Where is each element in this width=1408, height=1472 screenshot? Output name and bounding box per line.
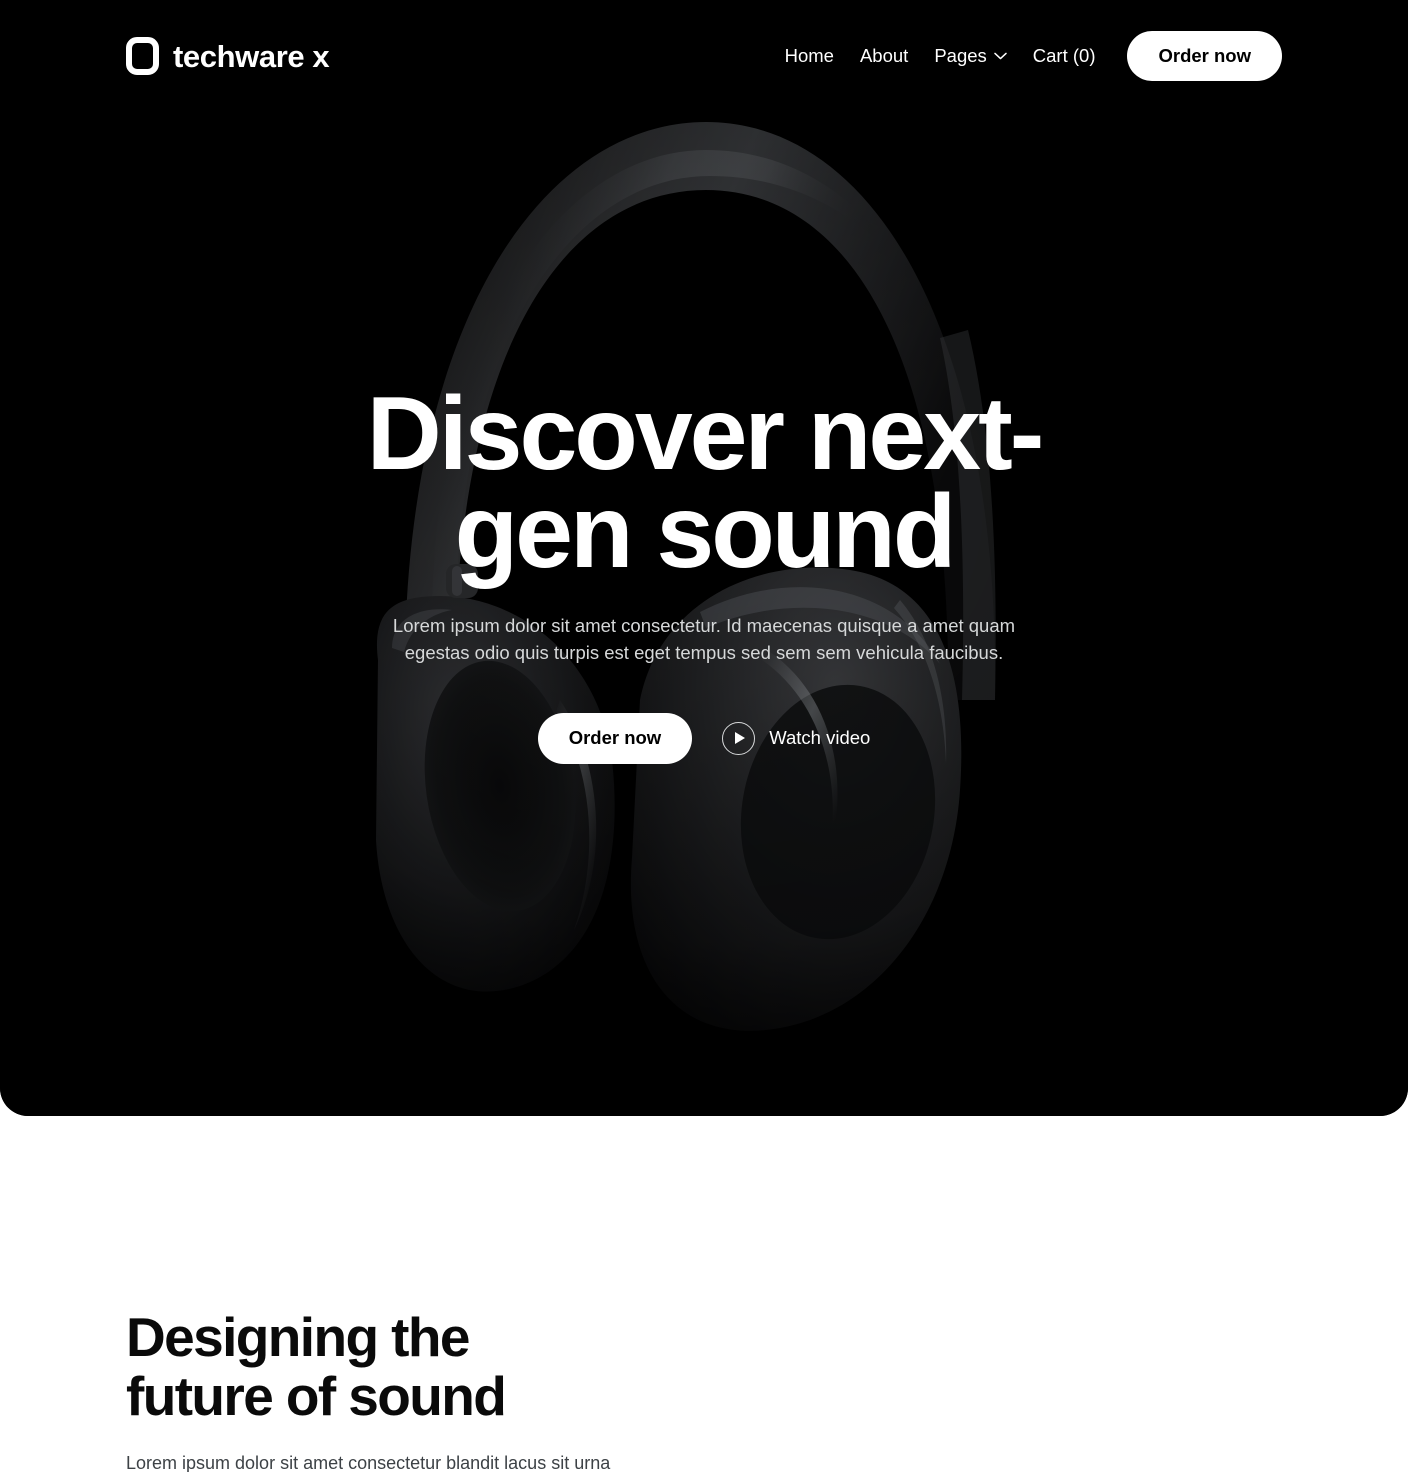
nav-item-pages[interactable]: Pages (934, 44, 1007, 66)
designing-section: Designing the future of sound Lorem ipsu… (0, 1116, 1408, 1472)
designing-section-inner: Designing the future of sound Lorem ipsu… (126, 1308, 1282, 1472)
top-navigation: techware x Home About Pages Cart (0) Ord… (0, 0, 1408, 112)
landing-page: techware x Home About Pages Cart (0) Ord… (0, 0, 1408, 1472)
nav-right-group: Home About Pages Cart (0) Order now (784, 30, 1282, 82)
hero-watch-video-button[interactable]: Watch video (722, 721, 871, 755)
brand-name: techware x (173, 38, 330, 74)
nav-item-about[interactable]: About (859, 44, 909, 66)
nav-item-about-label: About (859, 44, 909, 66)
chevron-down-icon (994, 52, 1007, 60)
brand-logo[interactable]: techware x (126, 37, 330, 75)
nav-item-home-label: Home (784, 44, 834, 66)
hero-title: Discover next-gen sound (366, 376, 1045, 590)
nav-item-pages-label: Pages (934, 44, 987, 66)
hero-subtitle: Lorem ipsum dolor sit amet consectetur. … (392, 614, 1016, 664)
hero-cta-group: Order now Watch video (0, 713, 1408, 764)
designing-section-body: Lorem ipsum dolor sit amet consectetur b… (126, 1452, 611, 1472)
designing-section-title: Designing the future of sound (126, 1306, 507, 1427)
nav-links: Home About Pages Cart (0) (784, 44, 1096, 66)
rounded-square-o-icon (126, 37, 159, 75)
nav-item-home[interactable]: Home (784, 44, 834, 66)
nav-order-now-button[interactable]: Order now (1127, 30, 1282, 82)
hero-order-now-button[interactable]: Order now (537, 713, 693, 764)
play-circle-icon (722, 721, 756, 755)
nav-item-cart-label: Cart (0) (1032, 44, 1096, 66)
nav-item-cart[interactable]: Cart (0) (1032, 44, 1096, 66)
hero-content: Discover next-gen sound Lorem ipsum dolo… (0, 376, 1408, 764)
hero-section: techware x Home About Pages Cart (0) Ord… (0, 0, 1408, 1116)
hero-watch-video-label: Watch video (769, 727, 871, 748)
